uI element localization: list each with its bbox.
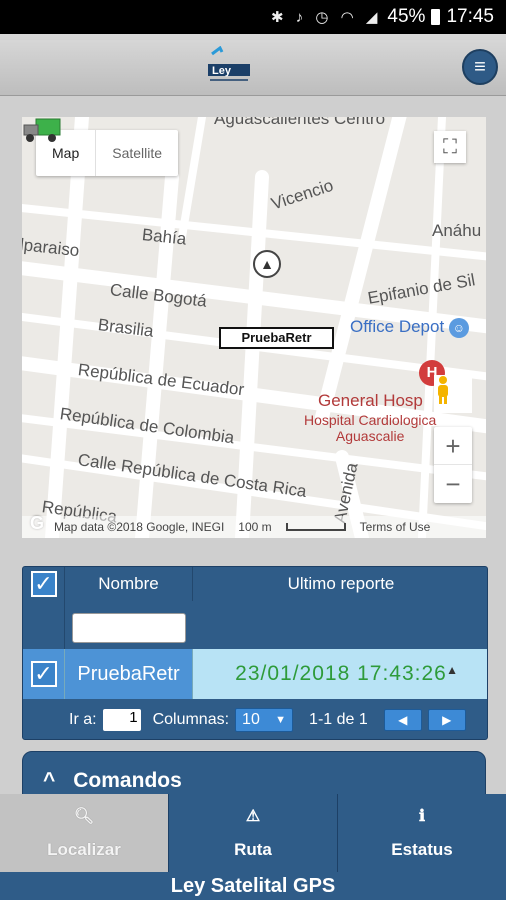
poi-label: Office Depot	[350, 317, 445, 336]
comandos-label: Comandos	[73, 769, 182, 792]
footer-title: Ley Satelital GPS	[0, 872, 506, 900]
truck-icon[interactable]	[22, 117, 62, 143]
pegman-icon	[438, 376, 448, 404]
vehicle-marker-label[interactable]: PruebaRetr	[219, 327, 334, 349]
poi-label: Aguascalie	[335, 428, 405, 444]
scale-label: 100 m	[238, 520, 272, 534]
attribution-text: Map data ©2018 Google, INEGI	[54, 520, 225, 534]
logo-text: Ley	[212, 65, 232, 77]
poi-office-depot[interactable]: Office Depot ☺	[350, 317, 469, 338]
columns-value: 10	[242, 711, 260, 728]
page-range: 1-1 de 1	[309, 711, 368, 728]
goto-label: Ir a:	[69, 711, 97, 728]
clock-time: 17:45	[446, 6, 494, 27]
columns-label: Columnas:	[152, 711, 230, 728]
name-filter-input[interactable]	[72, 613, 186, 643]
table-row[interactable]: ✓ PruebaRetr 23/01/2018 17:43:26 ▲	[23, 649, 487, 699]
row-select-cell: ✓	[23, 649, 65, 699]
fullscreen-icon: ⛶	[443, 135, 457, 158]
bottom-nav: 🔍︎ Localizar ⚠ Ruta ℹ Estatus	[0, 794, 506, 872]
poi-label: Hospital Cardiologica	[304, 412, 437, 428]
scale-bar	[285, 523, 346, 531]
battery-percent: 45%	[387, 6, 426, 27]
row-vehicle-name: PruebaRetr	[65, 649, 193, 699]
map-attribution: Map data ©2018 Google, INEGI 100 m Terms…	[22, 516, 486, 538]
street-label: Anáhu	[432, 221, 482, 240]
goto-page-input[interactable]: 1	[102, 709, 141, 731]
columns-select[interactable]: 10 ▼	[235, 708, 294, 732]
nav-label: Ruta	[234, 840, 272, 859]
battery-icon	[431, 9, 441, 25]
grid-filter-row	[23, 601, 487, 649]
map-type-satellite-button[interactable]: Satellite	[95, 130, 178, 176]
poi-cardio-hospital[interactable]: Hospital Cardiologica Aguascalie	[304, 412, 436, 444]
chevron-left-icon: ◀	[398, 713, 408, 727]
nav-label: Localizar	[47, 840, 121, 859]
terms-link[interactable]: Terms of Use	[360, 520, 431, 534]
street-label: Aguascalientes Centro	[214, 117, 386, 128]
row-last-report: 23/01/2018 17:43:26 ▲	[193, 649, 487, 699]
grid-pager: Ir a: 1 Columnas: 10 ▼ 1-1 de 1 ◀ ▶	[23, 699, 487, 739]
hamburger-icon: ≡	[474, 55, 486, 78]
chevron-right-icon: ▶	[442, 713, 452, 727]
select-all-cell: ✓	[23, 567, 65, 601]
report-datetime: 23/01/2018 17:43:26	[235, 662, 447, 685]
compass-icon: ▲	[253, 250, 281, 278]
vehicle-grid: ✓ Nombre Ultimo reporte ✓ PruebaRetr 23/…	[22, 566, 488, 740]
nav-label: Estatus	[391, 840, 453, 859]
zoom-in-button[interactable]: +	[434, 427, 472, 465]
street-view-pegman[interactable]	[434, 375, 472, 413]
filter-spacer	[23, 601, 65, 649]
nav-estatus[interactable]: ℹ Estatus	[338, 794, 506, 872]
info-icon: ℹ	[418, 808, 426, 825]
select-all-checkbox[interactable]: ✓	[30, 571, 57, 597]
chevron-down-icon: ▼	[275, 714, 287, 726]
zoom-control: + −	[434, 427, 472, 503]
column-header-nombre[interactable]: Nombre	[65, 567, 193, 601]
nav-localizar[interactable]: 🔍︎ Localizar	[0, 794, 169, 872]
status-icons: ✱ ♪ ◷ ◠ ◢	[270, 9, 382, 26]
direction-arrow-icon: ▲	[446, 663, 459, 677]
chevron-up-icon: ^	[43, 769, 56, 792]
logo-icon: Ley	[208, 46, 250, 81]
map-view[interactable]: Aguascalientes Centro Vicencio Anáhu Bah…	[22, 117, 486, 538]
nav-ruta[interactable]: ⚠ Ruta	[169, 794, 338, 872]
prev-page-button[interactable]: ◀	[383, 709, 422, 731]
menu-button[interactable]: ≡	[462, 49, 498, 85]
shopping-icon: ☺	[448, 318, 469, 338]
column-header-ultimo-reporte[interactable]: Ultimo reporte	[193, 567, 487, 601]
poi-general-hospital[interactable]: General Hosp	[318, 391, 423, 411]
warning-icon: ⚠	[245, 808, 261, 825]
fullscreen-button[interactable]: ⛶	[434, 131, 466, 163]
app-bar: Ley ≡	[0, 34, 506, 96]
row-checkbox[interactable]: ✓	[30, 661, 57, 687]
search-icon: 🔍︎	[73, 808, 95, 825]
next-page-button[interactable]: ▶	[427, 709, 466, 731]
zoom-out-button[interactable]: −	[434, 465, 472, 503]
grid-header: ✓ Nombre Ultimo reporte	[23, 567, 487, 601]
status-bar: ✱ ♪ ◷ ◠ ◢ 45% 17:45	[0, 0, 506, 34]
